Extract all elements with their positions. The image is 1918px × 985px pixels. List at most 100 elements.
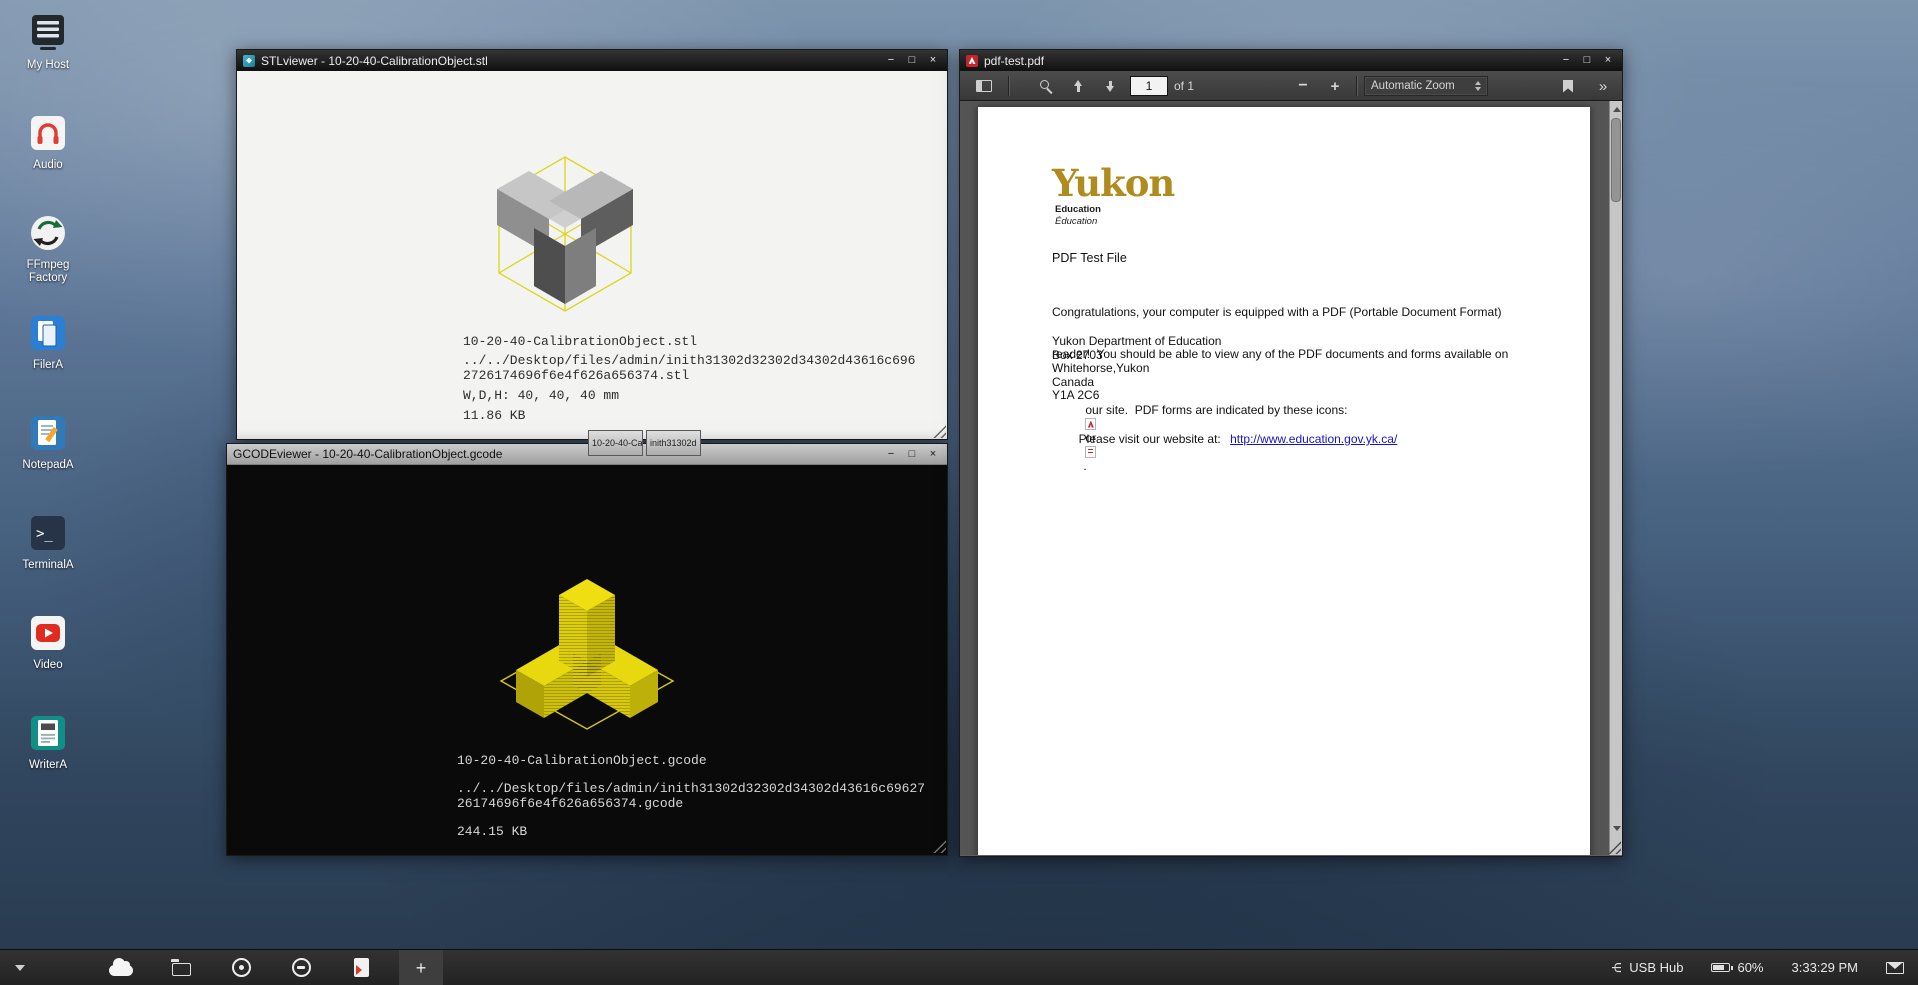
taskbar-pdf-button[interactable] xyxy=(339,950,383,985)
paragraph-line: Congratulations, your computer is equipp… xyxy=(1052,305,1508,319)
arrow-down-icon xyxy=(1105,80,1116,92)
website-label: Please visit our website at: xyxy=(1079,432,1224,446)
taskbar-stlviewer-button[interactable] xyxy=(219,950,263,985)
desktop-icon-ffmpeg-factory[interactable]: FFmpeg Factory xyxy=(8,210,88,310)
minimized-window-tab[interactable]: 10-20-40-Ca xyxy=(588,430,643,456)
address-line: Yukon Department of Education xyxy=(1052,335,1221,349)
gcode-window-title: GCODEviewer - 10-20-40-CalibrationObject… xyxy=(233,447,502,461)
minimized-window-tab[interactable]: inith31302d xyxy=(646,430,701,456)
paragraph-text: our site. PDF forms are indicated by the… xyxy=(1085,403,1347,417)
my-host-icon xyxy=(25,10,71,56)
zoom-select[interactable]: Automatic Zoom xyxy=(1364,76,1488,96)
pdf-document-area[interactable]: Yukon Education Éducation PDF Test File … xyxy=(960,101,1622,855)
yukon-logo-sub-en: Education xyxy=(1055,204,1174,216)
desktop-icon-label: Audio xyxy=(33,159,62,172)
notepad-icon xyxy=(25,410,71,456)
pdf-titlebar[interactable]: pdf-test.pdf − □ × xyxy=(960,50,1622,71)
gcode-file-info: 10-20-40-CalibrationObject.gcode ../../D… xyxy=(457,753,925,839)
desktop-icon-video[interactable]: Video xyxy=(8,610,88,710)
battery-percent: 60% xyxy=(1737,960,1763,975)
stl-window-title: STLviewer - 10-20-40-CalibrationObject.s… xyxy=(261,54,488,68)
toolbar-more-button[interactable]: » xyxy=(1590,71,1616,101)
envelope-icon xyxy=(1886,962,1904,974)
scrollbar-thumb[interactable] xyxy=(1611,118,1621,202)
taskbar: + USB Hub 60% 3:33:29 PM xyxy=(0,949,1918,985)
zoom-in-button[interactable]: + xyxy=(1322,71,1348,101)
toolbar-separator xyxy=(1008,76,1009,96)
sidebar-toggle-button[interactable] xyxy=(970,71,998,101)
usb-icon xyxy=(1611,960,1622,975)
scroll-up-arrow[interactable] xyxy=(1610,103,1622,116)
taskbar-menu-caret[interactable] xyxy=(0,950,40,985)
terminal-icon: >_ xyxy=(25,510,71,556)
close-button[interactable]: × xyxy=(1600,53,1616,68)
taskbar-files-button[interactable] xyxy=(99,950,143,985)
minimize-button[interactable]: − xyxy=(883,447,899,462)
desktop-icon-column: My Host Audio FFmpeg Factory FilerA Note… xyxy=(8,10,88,810)
address-line: Y1A 2C6 xyxy=(1052,389,1221,403)
desktop-icon-terminala[interactable]: >_ TerminalA xyxy=(8,510,88,610)
desktop-icon-writera[interactable]: WriterA xyxy=(8,710,88,810)
pdf-window-title: pdf-test.pdf xyxy=(984,54,1044,68)
taskbar-gcodeviewer-button[interactable] xyxy=(279,950,323,985)
zoom-out-button[interactable]: − xyxy=(1290,71,1316,101)
bookmark-icon xyxy=(1563,80,1573,93)
stl-titlebar[interactable]: STLviewer - 10-20-40-CalibrationObject.s… xyxy=(237,50,947,71)
desktop-icon-label: FFmpeg Factory xyxy=(8,259,88,285)
website-link[interactable]: http://www.education.gov.yk.ca/ xyxy=(1230,432,1397,446)
maximize-button[interactable]: □ xyxy=(904,447,920,462)
scroll-down-arrow[interactable] xyxy=(1610,822,1622,835)
next-page-button[interactable] xyxy=(1096,71,1124,101)
scrollbar[interactable] xyxy=(1609,101,1622,855)
stl-3d-canvas[interactable]: 10-20-40-CalibrationObject.stl ../../Des… xyxy=(237,71,947,439)
window-controls: − □ × xyxy=(883,53,941,68)
circular-arrows-icon xyxy=(25,210,71,256)
usb-status[interactable]: USB Hub xyxy=(1611,960,1683,975)
mail-indicator[interactable] xyxy=(1886,962,1904,974)
stl-filesize: 11.86 KB xyxy=(463,408,915,423)
address-line: Box 2703 xyxy=(1052,349,1221,363)
stl-dimensions: W,D,H: 40, 40, 40 mm xyxy=(463,388,915,403)
close-button[interactable]: × xyxy=(925,53,941,68)
battery-status[interactable]: 60% xyxy=(1711,960,1763,975)
zoom-select-label: Automatic Zoom xyxy=(1371,80,1455,92)
minimized-window-tabs: 10-20-40-Ca inith31302d xyxy=(588,430,701,456)
gcode-filename: 10-20-40-CalibrationObject.gcode xyxy=(457,753,925,768)
desktop-icon-audio[interactable]: Audio xyxy=(8,110,88,210)
gcode-titlebar[interactable]: GCODEviewer - 10-20-40-CalibrationObject… xyxy=(227,444,947,465)
page-count-label: of 1 xyxy=(1174,71,1214,101)
gcode-3d-canvas[interactable]: 10-20-40-CalibrationObject.gcode ../../D… xyxy=(227,465,947,854)
play-button-icon xyxy=(25,610,71,656)
window-controls: − □ × xyxy=(1558,53,1616,68)
paragraph-text: . xyxy=(1083,459,1086,473)
desktop-icon-my-host[interactable]: My Host xyxy=(8,10,88,110)
minimize-button[interactable]: − xyxy=(883,53,899,68)
address-line: Whitehorse,Yukon xyxy=(1052,362,1221,376)
maximize-button[interactable]: □ xyxy=(904,53,920,68)
maximize-button[interactable]: □ xyxy=(1579,53,1595,68)
desktop-icon-filera[interactable]: FilerA xyxy=(8,310,88,410)
taskbar-status-area: USB Hub 60% 3:33:29 PM xyxy=(1611,960,1904,975)
find-button[interactable] xyxy=(1032,71,1060,101)
previous-page-button[interactable] xyxy=(1064,71,1092,101)
select-arrows-icon xyxy=(1475,81,1481,92)
desktop-icon-notepada[interactable]: NotepadA xyxy=(8,410,88,510)
page-number-input[interactable] xyxy=(1130,76,1168,96)
gcode-filepath-line2: 26174696f6e4f626a656374.gcode xyxy=(457,796,925,811)
pdf-toolbar: of 1 − + Automatic Zoom » xyxy=(960,71,1622,101)
taskbar-add-button[interactable]: + xyxy=(399,950,443,985)
taskbar-folder-button[interactable] xyxy=(159,950,203,985)
close-button[interactable]: × xyxy=(925,447,941,462)
pdf-heading: PDF Test File xyxy=(1052,251,1127,265)
minimize-button[interactable]: − xyxy=(1558,53,1574,68)
pdf-app-icon xyxy=(966,55,978,67)
resize-grip[interactable] xyxy=(929,836,946,853)
desktop-icon-label: Video xyxy=(33,659,62,672)
bookmark-button[interactable] xyxy=(1554,71,1582,101)
writer-document-icon xyxy=(25,710,71,756)
cloud-icon xyxy=(109,965,133,976)
sidebar-icon xyxy=(976,80,992,92)
battery-fill xyxy=(1713,965,1723,970)
resize-grip[interactable] xyxy=(929,421,946,438)
desktop-icon-label: My Host xyxy=(27,59,69,72)
